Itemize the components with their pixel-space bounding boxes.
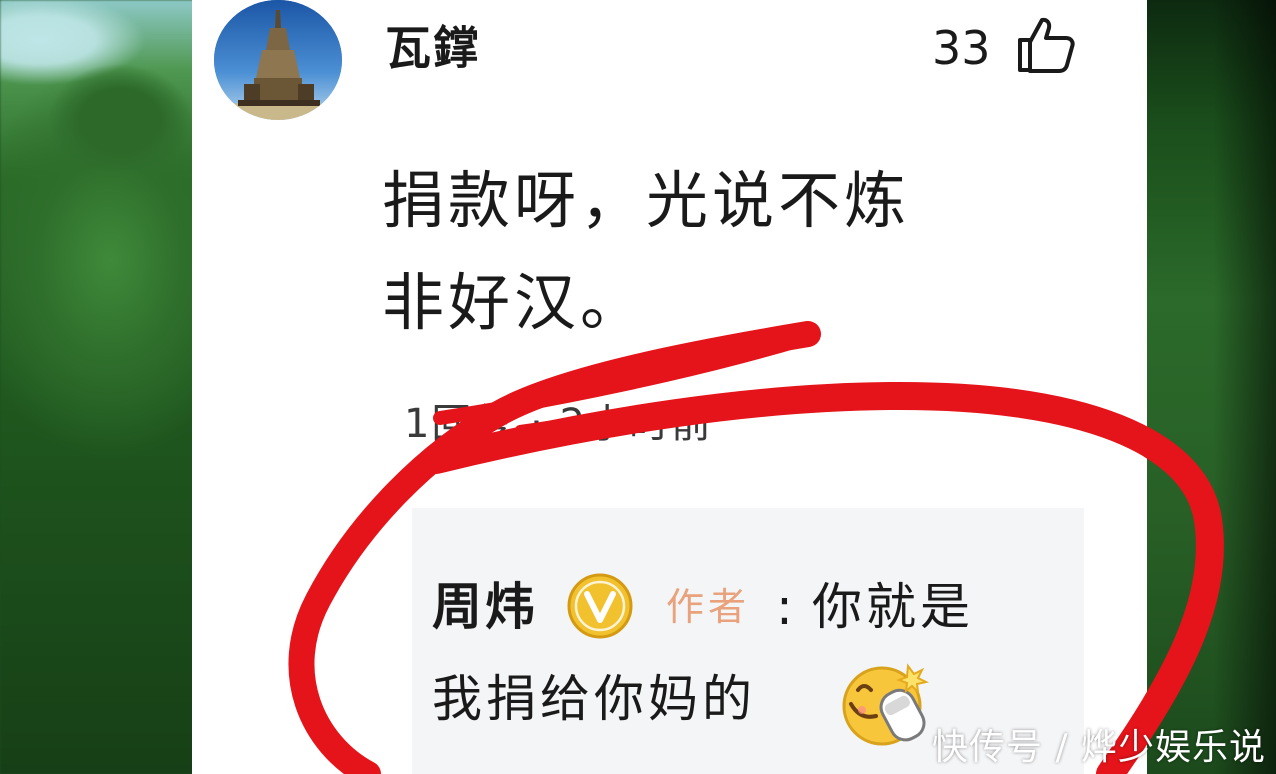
reply-author-name[interactable]: 周炜 [432,574,538,640]
reply-text-line-2: 我捐给你妈的 [432,670,756,728]
reply-colon: : [776,578,793,636]
comment-username[interactable]: 瓦鐣 [385,18,481,78]
reply-text-line-1: 你就是 [812,578,974,636]
comment-text-line-1: 捐款呀，光说不炼 [382,164,911,237]
comment-body: 捐款呀，光说不炼 非好汉。 [382,150,1102,354]
comment-text-line-2: 非好汉。 [382,266,647,339]
like-count: 33 [932,21,991,75]
laughing-slipper-emoji-icon [838,660,932,748]
background-mountain [0,30,195,170]
screenshot-scene: 瓦鐣 33 捐款呀，光说不炼 非好汉。 1回复 · 2小时前 周炜 作者 : 你… [0,0,1276,774]
thumbs-up-icon[interactable] [1014,14,1076,76]
background-right-shadow [1213,0,1276,774]
verified-v-badge-icon [566,572,634,640]
avatar[interactable] [214,0,342,120]
comment-meta[interactable]: 1回复 · 2小时前 [404,398,713,450]
watermark: 快传号 / 烨少娱乐说 [932,727,1267,768]
avatar-pagoda-image [214,0,342,120]
author-tag: 作者 [666,585,751,629]
